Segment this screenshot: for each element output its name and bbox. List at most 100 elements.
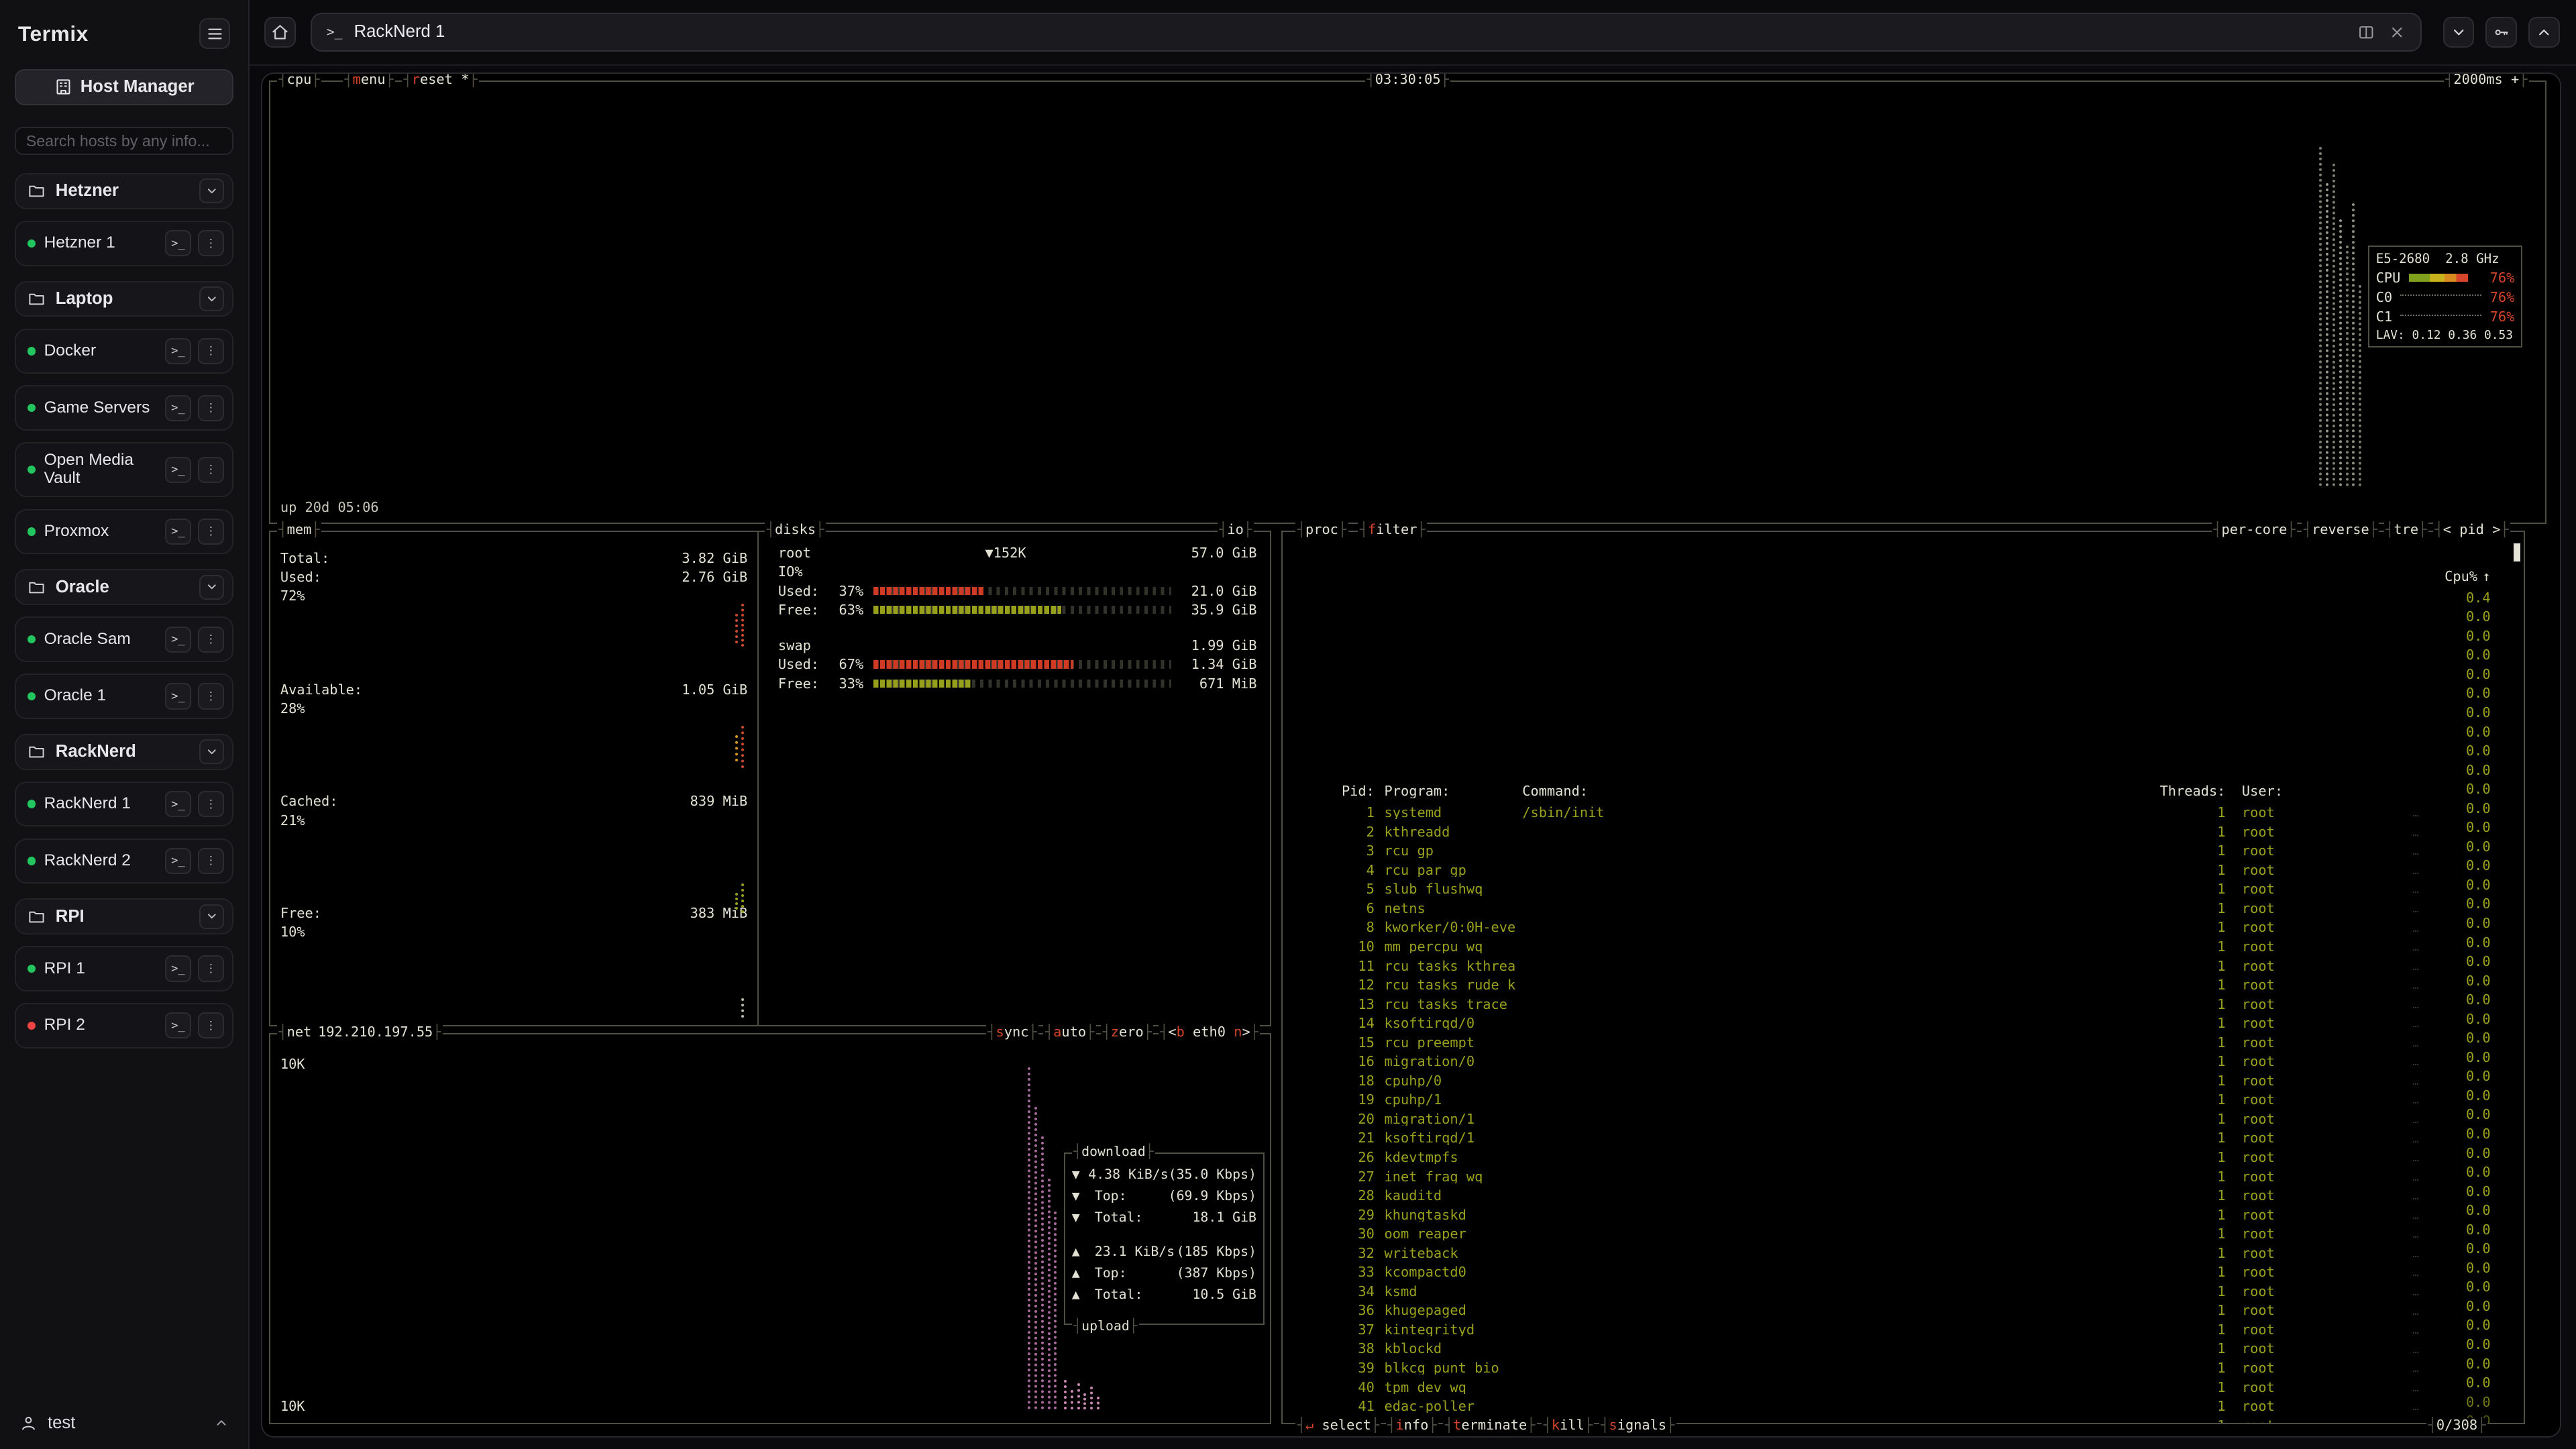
process-row[interactable]: 4 rcu_par_gp 1 root 0B 0.0: [1302, 622, 2491, 641]
host-item[interactable]: Oracle Sam >_ ⋮: [15, 616, 233, 662]
host-item[interactable]: Open Media Vault >_ ⋮: [15, 442, 233, 497]
folder-header[interactable]: RackNerd: [15, 734, 233, 770]
process-row[interactable]: 1 systemd /sbin/init 1 root 9.2M 0.4: [1302, 565, 2491, 584]
process-user: root: [2225, 844, 2334, 857]
kill-control[interactable]: kill: [1542, 1418, 1594, 1432]
process-table-header[interactable]: Pid: Program: Command: Threads: User: Me…: [1302, 543, 2491, 563]
terminate-control[interactable]: terminate: [1443, 1418, 1536, 1432]
ssh-keys-button[interactable]: [2485, 17, 2517, 48]
host-terminal-button[interactable]: >_: [165, 683, 191, 709]
user-menu-chevron[interactable]: [214, 1415, 229, 1430]
host-manager-button[interactable]: Host Manager: [15, 69, 233, 105]
host-menu-button[interactable]: ⋮: [198, 955, 224, 981]
sidebar-menu-button[interactable]: [199, 18, 231, 50]
process-row[interactable]: 162 kworker/0:1H-kbl 1 root 0B 0.0: [1302, 1368, 2491, 1388]
process-row[interactable]: 13 rcu_tasks_trace_ 1 root 0B 0.0: [1302, 756, 2491, 775]
host-terminal-button[interactable]: >_: [165, 848, 191, 874]
process-row[interactable]: 167 ata_sff 1 root 0B 0.0: [1302, 1388, 2491, 1407]
process-row[interactable]: 8 kworker/0:0H-eve 1 root 0B 0.0: [1302, 680, 2491, 699]
info-control[interactable]: info: [1386, 1418, 1438, 1432]
folder-collapse-button[interactable]: [199, 575, 224, 600]
terminal-screen[interactable]: cpu menu reset * 03:30:05 2000ms +: [262, 74, 2560, 1436]
per-core-toggle[interactable]: per-core: [2212, 523, 2297, 536]
process-row[interactable]: 6 netns 1 root 0B 0.0: [1302, 660, 2491, 680]
filter-control[interactable]: filter: [1358, 523, 1427, 536]
host-item[interactable]: Proxmox >_ ⋮: [15, 509, 233, 555]
host-terminal-button[interactable]: >_: [165, 230, 191, 256]
folder-header[interactable]: Hetzner: [15, 173, 233, 209]
process-row[interactable]: 12 rcu_tasks_rude_k 1 root 0B 0.0: [1302, 737, 2491, 756]
zero-toggle[interactable]: zero: [1101, 1025, 1153, 1038]
menu-control[interactable]: menu: [343, 72, 395, 86]
host-menu-button[interactable]: ⋮: [198, 791, 224, 817]
host-terminal-button[interactable]: >_: [165, 519, 191, 545]
host-terminal-button[interactable]: >_: [165, 338, 191, 364]
sort-selector[interactable]: < pid >: [2433, 523, 2510, 536]
process-row[interactable]: 3 rcu_gp 1 root 0B 0.0: [1302, 603, 2491, 623]
scrollbar-thumb[interactable]: [2514, 543, 2520, 561]
interface-selector[interactable]: <b eth0 n>: [1159, 1025, 1260, 1038]
host-menu-button[interactable]: ⋮: [198, 338, 224, 364]
process-threads: 1: [2121, 844, 2226, 857]
host-item[interactable]: Game Servers >_ ⋮: [15, 385, 233, 431]
collapse-tabbar-button[interactable]: [2443, 17, 2475, 48]
process-row[interactable]: 11 rcu_tasks_kthrea 1 root 0B 0.0: [1302, 718, 2491, 737]
host-terminal-button[interactable]: >_: [165, 1012, 191, 1038]
host-menu-button[interactable]: ⋮: [198, 848, 224, 874]
host-search-input[interactable]: [15, 127, 233, 155]
select-control[interactable]: ↵ select: [1295, 1418, 1381, 1432]
host-item[interactable]: RackNerd 2 >_ ⋮: [15, 839, 233, 884]
host-terminal-button[interactable]: >_: [165, 791, 191, 817]
host-item[interactable]: Oracle 1 >_ ⋮: [15, 674, 233, 719]
folder-collapse-button[interactable]: [199, 178, 224, 203]
search-input-wrap: [15, 123, 233, 155]
process-row[interactable]: 5 slub_flushwq 1 root 0B 0.0: [1302, 641, 2491, 661]
folder-collapse-button[interactable]: [199, 739, 224, 764]
process-user: root: [2225, 1055, 2334, 1068]
host-item[interactable]: RackNerd 1 >_ ⋮: [15, 782, 233, 827]
host-menu-button[interactable]: ⋮: [198, 683, 224, 709]
home-button[interactable]: [264, 17, 296, 48]
folder-name: Oracle: [56, 578, 190, 597]
host-manager-label: Host Manager: [80, 77, 195, 97]
host-menu-button[interactable]: ⋮: [198, 230, 224, 256]
folder-collapse-button[interactable]: [199, 286, 224, 311]
host-item[interactable]: Hetzner 1 >_ ⋮: [15, 221, 233, 266]
host-menu-button[interactable]: ⋮: [198, 519, 224, 545]
host-menu-button[interactable]: ⋮: [198, 457, 224, 483]
host-item[interactable]: RPI 1 >_ ⋮: [15, 946, 233, 991]
reset-control[interactable]: reset *: [402, 72, 479, 86]
host-terminal-button[interactable]: >_: [165, 457, 191, 483]
host-menu-button[interactable]: ⋮: [198, 395, 224, 421]
process-row[interactable]: 10 mm_percpu_wq 1 root 0B 0.0: [1302, 698, 2491, 718]
split-view-button[interactable]: [2358, 24, 2374, 40]
host-item[interactable]: RPI 2 >_ ⋮: [15, 1003, 233, 1049]
host-name: RackNerd 1: [44, 795, 157, 813]
io-tab[interactable]: io: [1218, 523, 1254, 536]
scroll-top-button[interactable]: [2528, 17, 2560, 48]
user-row[interactable]: test: [15, 1403, 233, 1436]
signals-control[interactable]: signals: [1599, 1418, 1676, 1432]
refresh-rate-control[interactable]: 2000ms +: [2444, 72, 2529, 86]
host-menu-button[interactable]: ⋮: [198, 627, 224, 653]
uptime-label: up 20d 05:06: [280, 500, 379, 514]
host-menu-button[interactable]: ⋮: [198, 1012, 224, 1038]
auto-toggle[interactable]: auto: [1043, 1025, 1095, 1038]
terminal-tab[interactable]: >_ RackNerd 1: [311, 13, 2422, 52]
folder-collapse-button[interactable]: [199, 904, 224, 929]
host-terminal-button[interactable]: >_: [165, 627, 191, 653]
sync-toggle[interactable]: sync: [986, 1025, 1038, 1038]
folder-header[interactable]: Oracle: [15, 569, 233, 605]
tree-toggle[interactable]: tre: [2384, 523, 2428, 536]
process-row[interactable]: 2 kthreadd 1 root 0B 0.0: [1302, 584, 2491, 603]
host-status-dot: [28, 635, 36, 643]
host-terminal-button[interactable]: >_: [165, 395, 191, 421]
folder-header[interactable]: RPI: [15, 898, 233, 934]
close-tab-button[interactable]: [2389, 24, 2405, 40]
reverse-toggle[interactable]: reverse: [2302, 523, 2379, 536]
host-terminal-button[interactable]: >_: [165, 955, 191, 981]
terminal-prompt-icon: >_: [171, 463, 185, 476]
host-item[interactable]: Docker >_ ⋮: [15, 329, 233, 374]
folder-header[interactable]: Laptop: [15, 281, 233, 317]
disk-root-row: root ▼152K 57.0 GiB: [778, 543, 1257, 562]
